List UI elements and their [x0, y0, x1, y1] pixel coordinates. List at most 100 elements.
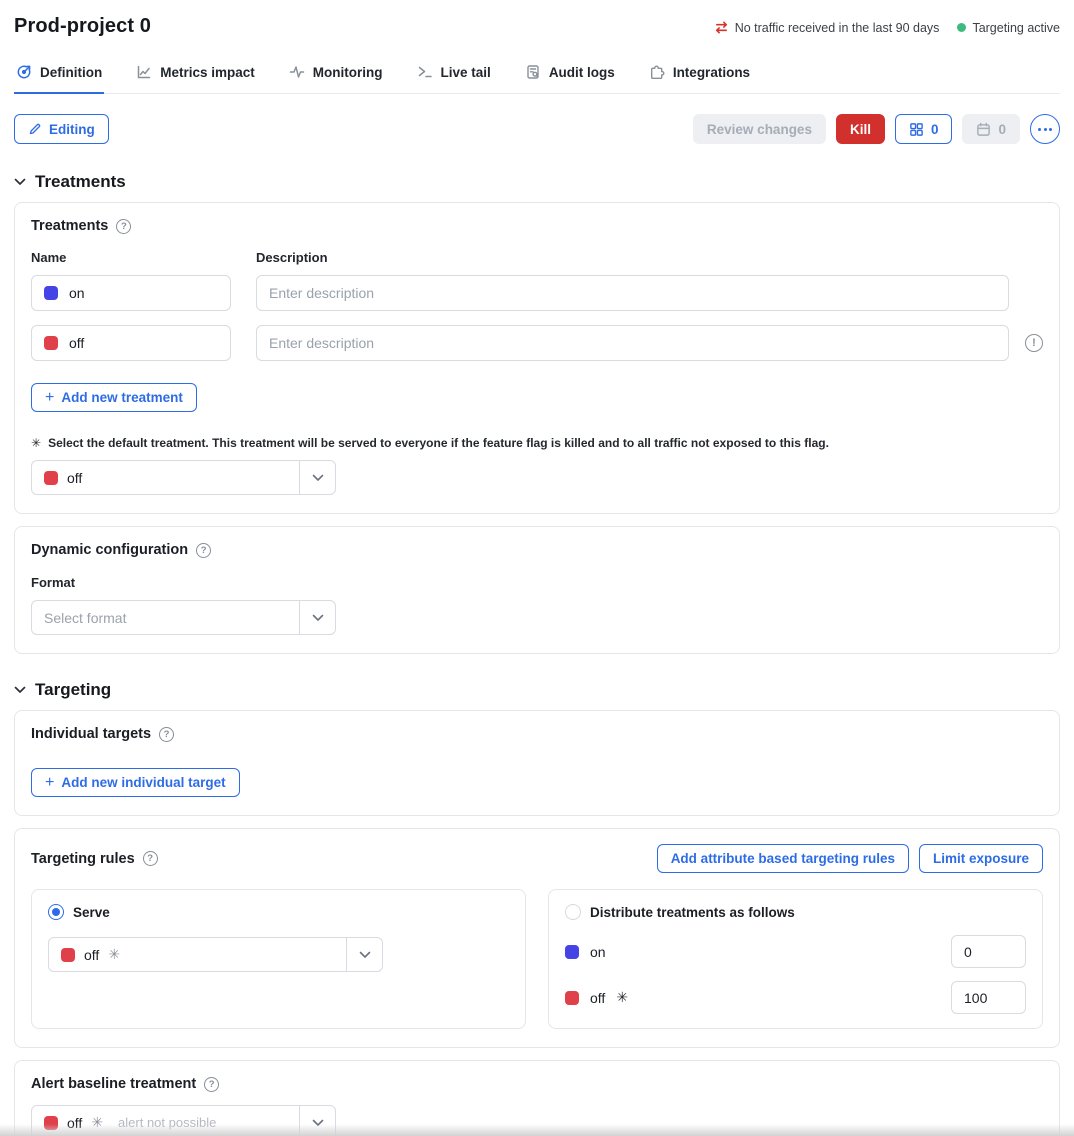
terminal-icon	[417, 64, 433, 80]
status-group: No traffic received in the last 90 days …	[714, 20, 1060, 35]
serve-label: Serve	[73, 905, 110, 920]
default-treatment-select[interactable]: off	[31, 460, 336, 495]
add-treatment-button[interactable]: + Add new treatment	[31, 383, 197, 412]
traffic-status-text: No traffic received in the last 90 days	[735, 21, 940, 35]
schedule-count: 0	[998, 122, 1006, 137]
serve-radio-row[interactable]: Serve	[48, 904, 509, 920]
kill-button[interactable]: Kill	[836, 114, 885, 144]
tab-definition[interactable]: Definition	[14, 62, 104, 94]
tab-audit-logs[interactable]: Audit logs	[523, 62, 617, 94]
format-select[interactable]: Select format	[31, 600, 336, 635]
ellipsis-icon	[1049, 128, 1052, 131]
add-individual-target-button[interactable]: + Add new individual target	[31, 768, 240, 797]
description-column-header: Description	[256, 250, 1009, 265]
card-title: Dynamic configuration	[31, 542, 188, 558]
tab-label: Integrations	[673, 65, 750, 80]
pulse-icon	[289, 64, 305, 80]
section-title: Treatments	[35, 172, 126, 192]
section-title: Targeting	[35, 680, 111, 700]
ellipsis-icon	[1044, 128, 1047, 131]
page-header: Prod-project 0 No traffic received in th…	[14, 15, 1060, 38]
treatment-name-input[interactable]	[69, 285, 218, 301]
chevron-down-icon	[299, 601, 335, 634]
treatment-description-input[interactable]	[256, 275, 1009, 311]
warning-icon: !	[1025, 334, 1043, 352]
format-placeholder: Select format	[44, 610, 126, 626]
treatment-color-swatch	[44, 336, 58, 350]
add-attribute-rules-button[interactable]: Add attribute based targeting rules	[657, 844, 909, 873]
treatment-row: !	[31, 325, 1043, 361]
default-asterisk-icon: ✳	[108, 946, 120, 963]
distribution-row: on	[565, 935, 1026, 968]
targeting-rules-card: Targeting rules ? Add attribute based ta…	[14, 828, 1060, 1048]
chevron-down-icon	[299, 1106, 335, 1136]
treatment-color-swatch	[565, 945, 579, 959]
asterisk-icon: ✳	[31, 436, 41, 450]
toolbar: Editing Review changes Kill 0	[14, 114, 1060, 144]
treatment-color-swatch	[44, 471, 58, 485]
treatment-row	[31, 275, 1043, 311]
treatment-color-swatch	[44, 1116, 58, 1130]
swap-arrows-icon	[714, 20, 729, 35]
more-options-button[interactable]	[1030, 114, 1060, 144]
alert-baseline-value: off	[67, 1115, 82, 1131]
tab-label: Audit logs	[549, 65, 615, 80]
help-icon[interactable]: ?	[116, 219, 131, 234]
add-individual-target-label: Add new individual target	[61, 775, 225, 790]
treatment-name-input[interactable]	[69, 335, 218, 351]
card-title: Treatments	[31, 218, 108, 234]
toolbar-right: Review changes Kill 0 0	[693, 114, 1060, 144]
distribution-percent-input[interactable]	[951, 981, 1026, 1014]
radio-checked-icon[interactable]	[48, 904, 64, 920]
serve-treatment-value: off	[84, 947, 99, 963]
distribute-label: Distribute treatments as follows	[590, 905, 795, 920]
schedule-count-button[interactable]: 0	[962, 114, 1020, 144]
status-dot-icon	[957, 23, 966, 32]
name-column-header: Name	[31, 250, 231, 265]
puzzle-icon	[649, 64, 665, 80]
treatment-description-input[interactable]	[256, 325, 1009, 361]
chevron-down-icon	[14, 178, 26, 186]
chevron-down-icon	[299, 461, 335, 494]
distribution-treatment-name: off	[590, 990, 605, 1006]
radio-unchecked-icon[interactable]	[565, 904, 581, 920]
serve-panel: Serve off ✳	[31, 889, 526, 1029]
help-icon[interactable]: ?	[196, 543, 211, 558]
tab-live-tail[interactable]: Live tail	[415, 62, 493, 94]
default-asterisk-icon: ✳	[616, 989, 628, 1006]
format-label: Format	[31, 575, 1043, 590]
audit-log-icon	[525, 64, 541, 80]
targeting-status: Targeting active	[957, 21, 1060, 35]
target-icon	[16, 64, 32, 80]
card-title: Individual targets	[31, 726, 151, 742]
tab-monitoring[interactable]: Monitoring	[287, 62, 385, 94]
help-icon[interactable]: ?	[143, 851, 158, 866]
tab-label: Metrics impact	[160, 65, 255, 80]
limit-exposure-button[interactable]: Limit exposure	[919, 844, 1043, 873]
traffic-status: No traffic received in the last 90 days	[714, 20, 940, 35]
targeting-section-header[interactable]: Targeting	[14, 680, 1060, 700]
tab-metrics-impact[interactable]: Metrics impact	[134, 62, 257, 94]
treatment-name-field[interactable]	[31, 325, 231, 361]
distribution-percent-input[interactable]	[951, 935, 1026, 968]
help-icon[interactable]: ?	[204, 1077, 219, 1092]
serve-treatment-select[interactable]: off ✳	[48, 937, 383, 972]
help-icon[interactable]: ?	[159, 727, 174, 742]
distribute-radio-row[interactable]: Distribute treatments as follows	[565, 904, 1026, 920]
page-title: Prod-project 0	[14, 15, 151, 38]
add-treatment-label: Add new treatment	[61, 390, 183, 405]
review-changes-button[interactable]: Review changes	[693, 114, 826, 144]
distribution-row: off ✳	[565, 981, 1026, 1014]
treatments-section-header[interactable]: Treatments	[14, 172, 1060, 192]
changes-count-button[interactable]: 0	[895, 114, 953, 144]
grid-icon	[909, 122, 924, 137]
default-treatment-note: ✳ Select the default treatment. This tre…	[31, 436, 1043, 450]
tab-label: Definition	[40, 65, 102, 80]
chevron-down-icon	[14, 686, 26, 694]
alert-baseline-select[interactable]: off ✳ alert not possible	[31, 1105, 336, 1136]
treatment-color-swatch	[61, 948, 75, 962]
treatment-name-field[interactable]	[31, 275, 231, 311]
editing-button[interactable]: Editing	[14, 114, 109, 144]
distribution-treatment-name: on	[590, 944, 606, 960]
tab-integrations[interactable]: Integrations	[647, 62, 752, 94]
